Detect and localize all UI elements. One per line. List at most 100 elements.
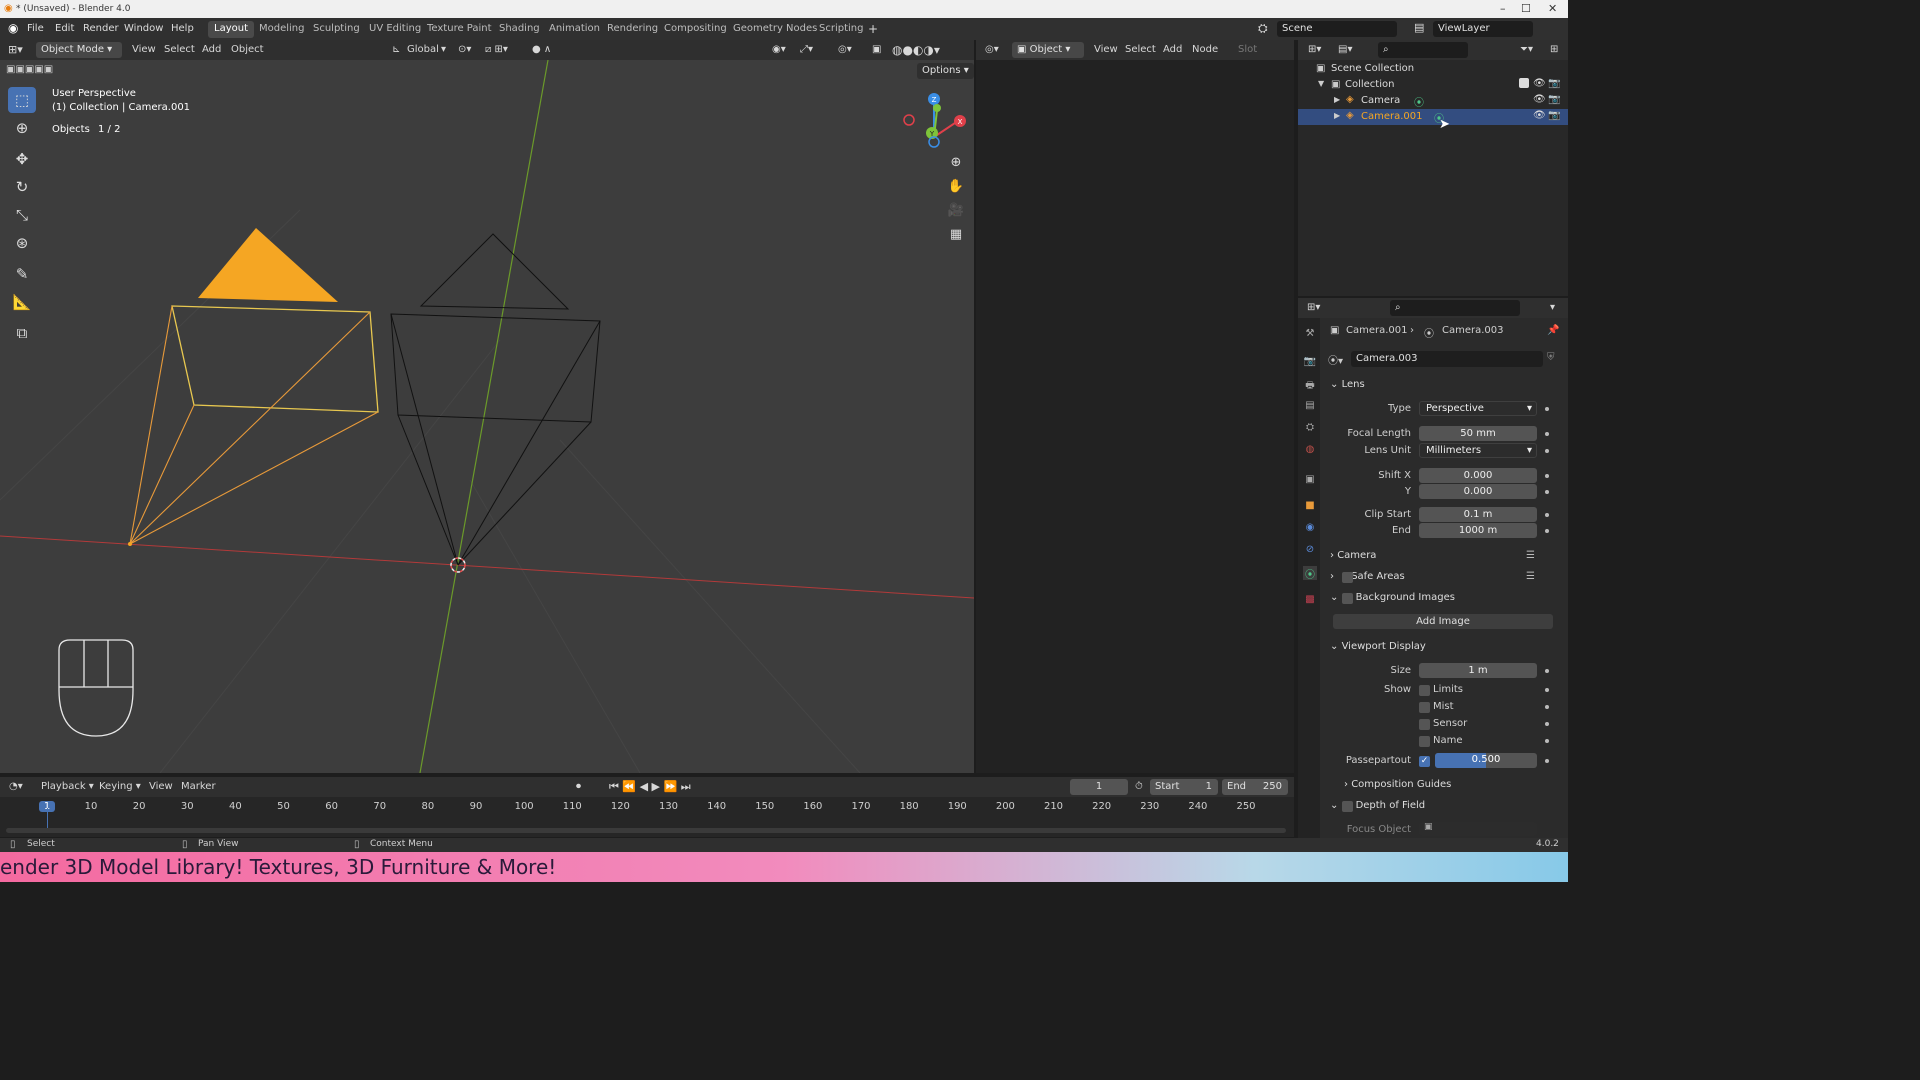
mode-dropdown[interactable]: Object Mode ▾ (36, 42, 122, 58)
passepartout-slider[interactable]: 0.500 (1435, 753, 1537, 768)
timeline-tick-label[interactable]: 90 (464, 801, 488, 812)
shader-menu-add[interactable]: Add (1163, 44, 1182, 55)
view-layer-field[interactable]: ViewLayer (1433, 21, 1533, 37)
datablock-browse-icon[interactable]: ⦿▾ (1328, 352, 1343, 367)
shift-y-field[interactable]: 0.000 (1419, 484, 1537, 499)
display-mode-icon[interactable]: ▤▾ (1338, 44, 1352, 55)
new-collection-icon[interactable]: ⊞ (1550, 44, 1558, 55)
start-frame-field[interactable]: Start 1 (1150, 779, 1218, 795)
animate-dot[interactable] (1545, 449, 1549, 453)
tab-compositing[interactable]: Compositing (658, 21, 733, 38)
timeline-tick-label[interactable]: 60 (320, 801, 344, 812)
options-dropdown[interactable]: Options ▾ (917, 63, 974, 79)
timeline-tick-label[interactable]: 220 (1090, 801, 1114, 812)
filter-icon[interactable]: ⏷▾ (1520, 44, 1533, 55)
render-camera-icon[interactable]: 📷 (1548, 94, 1560, 105)
timeline-tick-label[interactable]: 20 (127, 801, 151, 812)
section-safe-areas[interactable]: › Safe Areas (1330, 571, 1405, 583)
camera-object[interactable] (390, 233, 601, 566)
camera-data-icon[interactable]: ⦿ (1414, 94, 1424, 109)
cursor-tool-icon[interactable]: ⊕ (8, 115, 36, 141)
scene-tab-icon[interactable]: ⛭ (1303, 422, 1317, 436)
maximize-icon[interactable]: ☐ (1521, 2, 1531, 15)
tab-shading[interactable]: Shading (493, 21, 546, 38)
shader-type-dropdown[interactable]: ▣ Object ▾ (1012, 42, 1084, 58)
expand-chevron-icon[interactable]: ▶ (1334, 95, 1340, 104)
animate-dot[interactable] (1545, 669, 1549, 673)
texture-tab-icon[interactable]: ▩ (1303, 594, 1317, 608)
clip-end-field[interactable]: 1000 m (1419, 523, 1537, 538)
timeline-tick-label[interactable]: 140 (705, 801, 729, 812)
minimize-icon[interactable]: – (1500, 2, 1506, 15)
dof-checkbox[interactable] (1342, 801, 1353, 812)
add-cube-tool-icon[interactable]: ⧉ (8, 320, 36, 346)
current-frame-field[interactable]: 1 (1070, 779, 1128, 795)
tool-tab-icon[interactable]: ⚒ (1303, 328, 1317, 342)
clip-start-field[interactable]: 0.1 m (1419, 507, 1537, 522)
scene-field[interactable]: Scene (1277, 21, 1397, 37)
orientation-dropdown[interactable]: Global (407, 44, 439, 55)
tab-layout[interactable]: Layout (208, 21, 254, 38)
camera-data-tab-icon[interactable]: ⦿ (1303, 566, 1317, 581)
timeline-tick-label[interactable]: 150 (753, 801, 777, 812)
timeline-tick-label[interactable]: 100 (512, 801, 536, 812)
animate-dot[interactable] (1545, 474, 1549, 478)
animate-dot[interactable] (1545, 490, 1549, 494)
animate-dot[interactable] (1545, 688, 1549, 692)
menu-keying[interactable]: Keying ▾ (99, 781, 141, 792)
display-size-field[interactable]: 1 m (1419, 663, 1537, 678)
view-layer-tab-icon[interactable]: ▤ (1303, 400, 1317, 414)
background-images-checkbox[interactable] (1342, 593, 1353, 604)
add-image-button[interactable]: Add Image (1333, 614, 1553, 629)
end-frame-field[interactable]: End 250 (1222, 779, 1288, 795)
stopwatch-icon[interactable]: ⏱ (1135, 781, 1143, 792)
timeline-type-icon[interactable]: ◔▾ (9, 781, 23, 792)
timeline-tick-label[interactable]: 110 (560, 801, 584, 812)
gizmo-toggle-icon[interactable]: ⤢▾ (800, 44, 813, 55)
tab-scripting[interactable]: Scripting (813, 21, 869, 38)
menu-help[interactable]: Help (171, 23, 194, 34)
timeline-tick-label[interactable]: 230 (1138, 801, 1162, 812)
outliner-search-input[interactable]: ⌕ (1378, 42, 1468, 58)
visibility-eye-icon[interactable]: 👁 (1533, 78, 1546, 89)
shift-x-field[interactable]: 0.000 (1419, 468, 1537, 483)
properties-type-icon[interactable]: ⊞▾ (1307, 302, 1320, 313)
render-camera-icon[interactable]: 📷 (1548, 110, 1560, 121)
exclude-checkbox[interactable] (1519, 78, 1529, 88)
properties-search-input[interactable]: ⌕ (1390, 300, 1520, 316)
timeline-tick-label[interactable]: 190 (945, 801, 969, 812)
animate-dot[interactable] (1545, 722, 1549, 726)
timeline-tick-label[interactable]: 160 (801, 801, 825, 812)
timeline-tick-label[interactable]: 40 (223, 801, 247, 812)
animate-dot[interactable] (1545, 432, 1549, 436)
menu-render[interactable]: Render (83, 23, 119, 34)
chevron-down-icon[interactable]: ▾ (441, 44, 446, 55)
visibility-eye-icon[interactable]: 👁 (1533, 110, 1546, 121)
object-tab-icon[interactable]: ■ (1303, 500, 1317, 514)
timeline-tick-label[interactable]: 120 (608, 801, 632, 812)
collection-tab-icon[interactable]: ▣ (1303, 474, 1317, 488)
render-tab-icon[interactable]: 📷 (1303, 356, 1317, 370)
shader-menu-select[interactable]: Select (1125, 44, 1156, 55)
playback-controls-icon[interactable]: ⏮ ⏪ ◀ ▶ ⏩ ⏭ (609, 780, 691, 794)
show-sensor-checkbox[interactable] (1419, 719, 1430, 730)
playhead-line[interactable] (47, 808, 48, 830)
shader-editor-type-icon[interactable]: ◎▾ (985, 44, 999, 55)
timeline-tick-label[interactable]: 250 (1234, 801, 1258, 812)
orientation-icon[interactable]: ⊾ (392, 44, 400, 55)
editor-type-icon[interactable]: ⊞▾ (8, 43, 23, 56)
section-composition-guides[interactable]: › Composition Guides (1344, 779, 1451, 790)
timeline-tick-label[interactable]: 180 (897, 801, 921, 812)
proportional-edit-icon[interactable]: ● ∧ (532, 44, 551, 55)
focal-length-field[interactable]: 50 mm (1419, 426, 1537, 441)
overlay-toggle-icon[interactable]: ◎▾ (838, 44, 852, 55)
tab-geometry-nodes[interactable]: Geometry Nodes (727, 21, 823, 38)
camera-view-icon[interactable]: 🎥 (946, 203, 966, 223)
tab-texture-paint[interactable]: Texture Paint (421, 21, 498, 38)
menu-view[interactable]: View (132, 44, 156, 55)
transform-tool-icon[interactable]: ⊛ (8, 230, 36, 256)
animate-dot[interactable] (1545, 407, 1549, 411)
visibility-icon[interactable]: ◉▾ (772, 44, 786, 55)
world-tab-icon[interactable]: ◍ (1303, 444, 1317, 458)
chevron-down-icon[interactable]: ▾ (1550, 302, 1555, 313)
